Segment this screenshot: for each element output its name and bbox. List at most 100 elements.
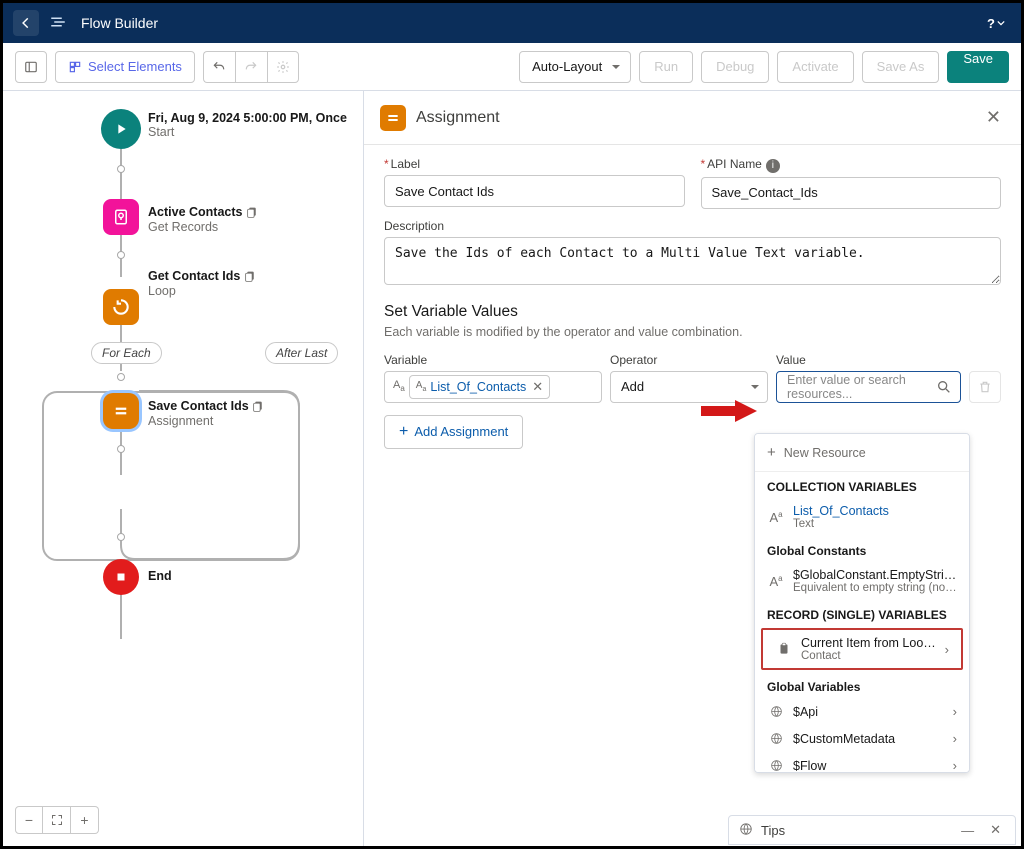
zoom-fit-button[interactable] bbox=[43, 806, 71, 834]
play-icon bbox=[101, 109, 141, 149]
database-icon bbox=[103, 199, 139, 235]
minimize-tips-button[interactable]: — bbox=[957, 823, 978, 838]
dd-item-custom-metadata[interactable]: $CustomMetadata › bbox=[755, 725, 969, 752]
connector-dot[interactable] bbox=[117, 251, 125, 259]
tips-bar: Tips — ✕ bbox=[728, 815, 1016, 845]
value-col-label: Value bbox=[776, 353, 961, 367]
app-title: Flow Builder bbox=[81, 15, 158, 31]
operator-select[interactable]: Add bbox=[610, 371, 768, 403]
stop-icon bbox=[103, 559, 139, 595]
redo-button[interactable] bbox=[235, 51, 267, 83]
remove-pill-button[interactable]: ✕ bbox=[532, 379, 543, 395]
dd-item-empty-string[interactable]: Aa $GlobalConstant.EmptyStringEquivalent… bbox=[755, 562, 969, 600]
dd-section-global-vars: Global Variables bbox=[755, 672, 969, 698]
flow-canvas[interactable]: Fri, Aug 9, 2024 5:00:00 PM, Once Start … bbox=[3, 91, 363, 846]
main-area: Fri, Aug 9, 2024 5:00:00 PM, Once Start … bbox=[3, 91, 1021, 846]
select-elements-button[interactable]: Select Elements bbox=[55, 51, 195, 83]
loop-icon bbox=[103, 289, 139, 325]
text-type-icon: Aa bbox=[767, 510, 785, 525]
debug-button[interactable]: Debug bbox=[701, 51, 769, 83]
end-label: End bbox=[148, 567, 172, 583]
value-input[interactable]: Enter value or search resources... bbox=[776, 371, 961, 403]
globe-icon bbox=[767, 705, 785, 718]
chevron-down-icon bbox=[751, 385, 759, 393]
connector-dot[interactable] bbox=[117, 533, 125, 541]
label-field-label: Label bbox=[384, 157, 685, 171]
close-tips-button[interactable]: ✕ bbox=[986, 822, 1005, 838]
variable-col-label: Variable bbox=[384, 353, 602, 367]
description-label: Description bbox=[384, 219, 1001, 233]
variable-input[interactable]: Aa Aa List_Of_Contacts ✕ bbox=[384, 371, 602, 403]
chevron-right-icon: › bbox=[953, 758, 957, 773]
zoom-out-button[interactable]: − bbox=[15, 806, 43, 834]
add-assignment-button[interactable]: + Add Assignment bbox=[384, 415, 523, 449]
help-button[interactable]: ? bbox=[981, 10, 1011, 36]
chevron-right-icon: › bbox=[953, 731, 957, 746]
back-button[interactable] bbox=[13, 10, 39, 36]
variable-pill[interactable]: Aa List_Of_Contacts ✕ bbox=[409, 375, 550, 399]
close-panel-button[interactable]: ✕ bbox=[982, 103, 1005, 132]
save-button[interactable]: Save bbox=[947, 51, 1009, 83]
globe-icon bbox=[767, 732, 785, 745]
assignment-node[interactable] bbox=[103, 393, 139, 429]
get-records-node[interactable] bbox=[103, 199, 139, 235]
new-resource-item[interactable]: +New Resource bbox=[755, 434, 969, 472]
value-dropdown: +New Resource COLLECTION VARIABLES Aa Li… bbox=[754, 433, 970, 773]
loop-node[interactable] bbox=[103, 289, 139, 325]
undo-button[interactable] bbox=[203, 51, 235, 83]
delete-row-button[interactable] bbox=[969, 371, 1001, 403]
operator-col-label: Operator bbox=[610, 353, 768, 367]
dd-item-flow[interactable]: $Flow › bbox=[755, 752, 969, 773]
chevron-right-icon: › bbox=[945, 642, 949, 657]
save-as-button[interactable]: Save As bbox=[862, 51, 940, 83]
dd-item-list-of-contacts[interactable]: Aa List_Of_ContactsText bbox=[755, 498, 969, 536]
toolbar: Select Elements Auto-Layout Run Debug Ac… bbox=[3, 43, 1021, 91]
for-each-label: For Each bbox=[91, 342, 162, 364]
api-name-input[interactable] bbox=[701, 177, 1002, 209]
dd-item-current-loop-item[interactable]: Current Item from Loop Ge...Contact › bbox=[763, 630, 961, 668]
toggle-panel-button[interactable] bbox=[15, 51, 47, 83]
dd-section-global-constants: Global Constants bbox=[755, 536, 969, 562]
globe-icon bbox=[739, 822, 753, 839]
connector-dot[interactable] bbox=[117, 445, 125, 453]
panel-title: Assignment bbox=[416, 109, 500, 127]
properties-panel: Assignment ✕ Label API Namei Description… bbox=[363, 91, 1021, 846]
start-node[interactable] bbox=[101, 109, 141, 149]
connector-dot[interactable] bbox=[117, 165, 125, 173]
globe-icon bbox=[767, 759, 785, 772]
text-type-icon: Aa bbox=[389, 379, 405, 393]
info-icon: i bbox=[766, 159, 780, 173]
copy-icon bbox=[244, 270, 258, 284]
assignment-label: Save Contact Ids Assignment bbox=[148, 397, 266, 428]
text-type-icon: Aa bbox=[767, 574, 785, 589]
end-node[interactable] bbox=[103, 559, 139, 595]
equals-icon bbox=[103, 393, 139, 429]
section-subtitle: Each variable is modified by the operato… bbox=[384, 325, 1001, 339]
label-input[interactable] bbox=[384, 175, 685, 207]
flow-logo-icon bbox=[49, 13, 67, 34]
dd-section-collection: COLLECTION VARIABLES bbox=[755, 472, 969, 498]
zoom-controls: − + bbox=[15, 806, 99, 834]
copy-icon bbox=[246, 206, 260, 220]
annotation-highlight: Current Item from Loop Ge...Contact › bbox=[761, 628, 963, 670]
panel-header: Assignment ✕ bbox=[364, 91, 1021, 145]
copy-icon bbox=[252, 400, 266, 414]
description-textarea[interactable]: Save the Ids of each Contact to a Multi … bbox=[384, 237, 1001, 285]
dd-section-record-single: RECORD (SINGLE) VARIABLES bbox=[755, 600, 969, 626]
settings-button[interactable] bbox=[267, 51, 299, 83]
get-records-label: Active Contacts Get Records bbox=[148, 203, 260, 234]
search-icon bbox=[936, 379, 952, 398]
history-buttons bbox=[203, 51, 299, 83]
after-last-label: After Last bbox=[265, 342, 338, 364]
connector-dot[interactable] bbox=[117, 373, 125, 381]
run-button[interactable]: Run bbox=[639, 51, 693, 83]
tips-label: Tips bbox=[761, 823, 785, 838]
api-name-label: API Namei bbox=[701, 157, 1002, 173]
zoom-in-button[interactable]: + bbox=[71, 806, 99, 834]
equals-icon bbox=[380, 105, 406, 131]
section-title: Set Variable Values bbox=[384, 303, 1001, 321]
loop-label: Get Contact Ids Loop bbox=[148, 267, 258, 298]
activate-button[interactable]: Activate bbox=[777, 51, 853, 83]
layout-mode-select[interactable]: Auto-Layout bbox=[519, 51, 631, 83]
dd-item-api[interactable]: $Api › bbox=[755, 698, 969, 725]
